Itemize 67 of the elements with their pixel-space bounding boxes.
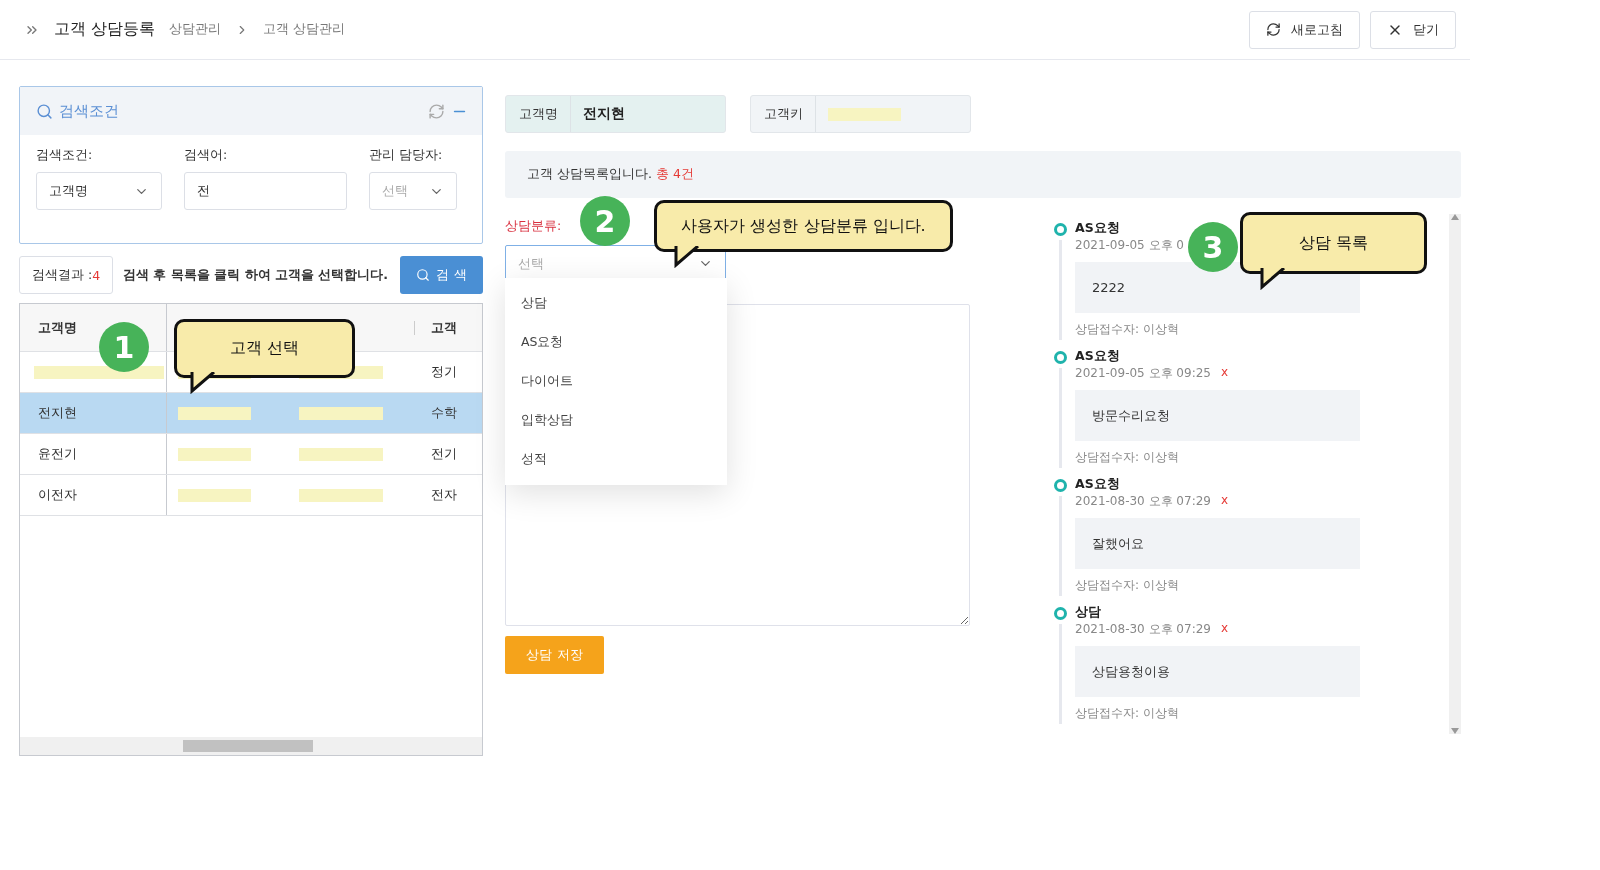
table-row[interactable]: 이전자 전자 [20, 475, 482, 516]
entry-receiver: 상담접수자: 이상혁 [1075, 705, 1180, 722]
search-icon [416, 268, 431, 282]
table-cell: 전지현 [20, 393, 167, 433]
menu-item[interactable]: 상담 [505, 284, 727, 323]
refresh-icon[interactable] [428, 102, 445, 120]
callout-bubble: 고객 선택 [174, 319, 355, 378]
entry-receiver: 상담접수자: 이상혁 [1075, 577, 1180, 594]
breadcrumb-link[interactable]: 고객 상담관리 [263, 21, 346, 38]
field-label: 검색조건: [36, 147, 94, 164]
table-cell: 윤전기 [20, 434, 167, 474]
vertical-scrollbar[interactable] [1449, 214, 1461, 734]
entry-type: 상담 [1075, 604, 1102, 621]
table-cell-text: 전기 [431, 445, 458, 463]
table-row[interactable]: 전지현 수학 [20, 393, 482, 434]
step-badge: 2 [580, 196, 630, 246]
step-badge: 3 [1188, 222, 1238, 272]
field-label: 관리 담당자: [369, 147, 444, 164]
callout-bubble: 상담 목록 [1240, 212, 1427, 274]
entry-type: AS요청 [1075, 348, 1121, 365]
entry-date: 2021-08-30 오후 07:29 [1075, 493, 1211, 510]
menu-item[interactable]: 다이어트 [505, 362, 727, 401]
table-row[interactable]: 윤전기 전기 [20, 434, 482, 475]
table-cell-text: 정기 [431, 363, 458, 381]
horizontal-scrollbar[interactable] [20, 737, 482, 755]
entry-date: 2021-09-05 오후 09:25 [1075, 365, 1211, 382]
timeline-dot [1053, 607, 1067, 620]
refresh-button[interactable]: 새로고침 [1249, 10, 1360, 49]
refresh-icon [1266, 22, 1281, 37]
breadcrumb-link[interactable]: 상담관리 [169, 21, 222, 38]
panel-title: 검색조건 [59, 101, 120, 121]
entry-date: 2021-09-05 오후 0 [1075, 237, 1184, 254]
menu-item[interactable]: 입학상담 [505, 401, 727, 440]
result-count: 검색결과 :4 [19, 256, 114, 294]
search-icon [36, 102, 53, 120]
menu-item[interactable]: AS요청 [505, 323, 727, 362]
entry-type: AS요청 [1075, 476, 1121, 493]
menu-item[interactable]: 성적 [505, 440, 727, 479]
entry-receiver: 상담접수자: 이상혁 [1075, 449, 1180, 466]
field-label: 상담분류: [505, 218, 562, 235]
input-field[interactable]: 전 [184, 172, 347, 210]
timeline-dot [1053, 223, 1067, 236]
entry-body: 잘했어요 [1075, 518, 1360, 569]
delete-link[interactable]: x [1220, 621, 1229, 638]
delete-link[interactable]: x [1220, 365, 1229, 382]
timeline-dot [1053, 479, 1067, 492]
entry-date: 2021-08-30 오후 07:29 [1075, 621, 1211, 638]
entry-body: 상담용청이용 [1075, 646, 1360, 697]
customer-key-field: 고객키 [750, 95, 971, 133]
entry-body: 방문수리요청 [1075, 390, 1360, 441]
select-field[interactable]: 고객명 [36, 172, 162, 210]
page-title: 고객 상담등록 [54, 19, 156, 40]
timeline-dot [1053, 351, 1067, 364]
entry-type: AS요청 [1075, 220, 1121, 237]
table-cell-text: 전자 [431, 486, 458, 504]
table-cell: 이전자 [20, 475, 167, 515]
info-banner: 고객 상담목록입니다. 총 4건 [505, 151, 1461, 198]
customer-name-field: 고객명 전지현 [505, 95, 726, 133]
scroll-up-icon [1451, 214, 1459, 220]
column-header: 고객 [431, 318, 458, 337]
field-label: 검색어: [184, 147, 229, 164]
close-button[interactable]: 닫기 [1370, 10, 1456, 49]
hint-text: 검색 후 목록을 클릭 하여 고객을 선택합니다. [123, 266, 389, 284]
scroll-down-icon [1451, 728, 1459, 734]
table-cell-text: 수학 [431, 404, 458, 422]
entry-receiver: 상담접수자: 이상혁 [1075, 321, 1180, 338]
delete-link[interactable]: x [1220, 493, 1229, 510]
